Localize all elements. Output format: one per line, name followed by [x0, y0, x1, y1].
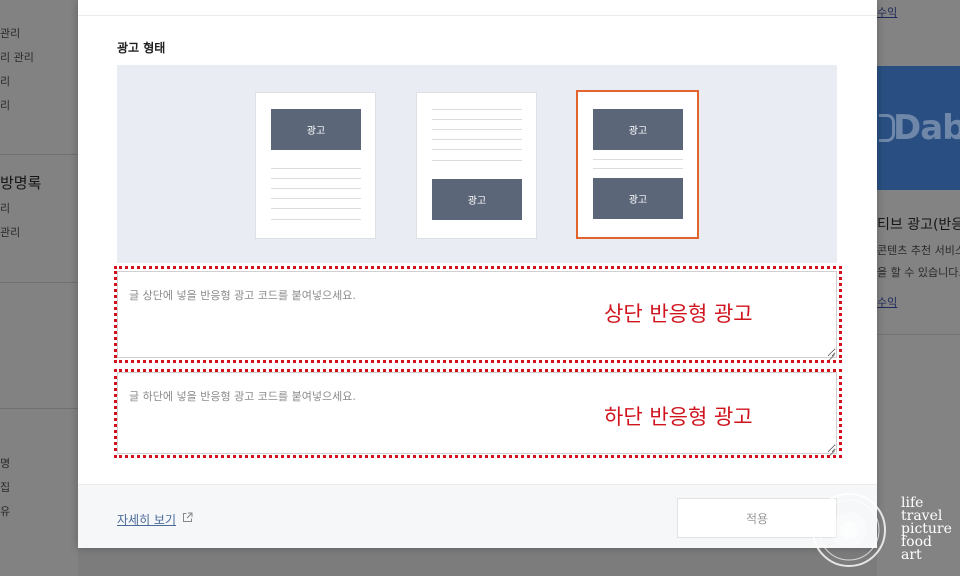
bg-divider — [877, 334, 960, 335]
content-line — [432, 160, 522, 161]
content-line — [432, 139, 522, 140]
bg-divider — [0, 408, 78, 409]
bg-sidebar-item: 유 — [0, 505, 11, 518]
content-line — [432, 149, 522, 150]
annotation-top-label: 상단 반응형 광고 — [604, 302, 753, 326]
watermark-logo: life travel picture food art — [812, 493, 952, 567]
ad-block: 광고 — [593, 178, 683, 219]
content-line — [271, 178, 361, 179]
annotation-bottom-label: 하단 반응형 광고 — [604, 405, 753, 429]
bg-sidebar-item: 리 관리 — [0, 51, 34, 64]
ad-block: 광고 — [593, 109, 683, 150]
ad-layout-picker: 광고 광고 광고 광고 — [117, 65, 837, 263]
background-sidebar: 관리 리 관리 리 리 방명록 리 관리 명 집 유 — [0, 0, 78, 576]
content-line — [432, 119, 522, 120]
bg-divider — [0, 282, 78, 283]
content-line — [271, 208, 361, 209]
bg-sidebar-item: 리 — [0, 99, 11, 112]
modal-header-divider — [78, 15, 877, 16]
bg-sidebar-item: 관리 — [0, 226, 21, 239]
content-line — [593, 168, 683, 169]
bg-sidebar-item: 명 — [0, 457, 11, 470]
content-line — [271, 188, 361, 189]
bg-sidebar-item: 리 — [0, 202, 11, 215]
bg-link: 수익 — [877, 296, 898, 309]
content-line — [593, 159, 683, 160]
external-link-icon — [183, 512, 193, 522]
learn-more-link[interactable]: 자세히 보기 — [117, 511, 176, 528]
bg-sidebar-item: 관리 — [0, 27, 21, 40]
content-line — [432, 129, 522, 130]
bg-link: 수익 — [877, 6, 898, 19]
bg-sidebar-item: 리 — [0, 75, 11, 88]
watermark-word: art — [901, 547, 922, 563]
ad-block: 광고 — [432, 179, 522, 220]
bg-desc: 콘텐츠 추천 서비스 — [877, 244, 960, 257]
bg-divider — [0, 154, 78, 155]
layout-option-bottom[interactable]: 광고 — [416, 92, 537, 239]
bg-sidebar-heading: 방명록 — [0, 174, 42, 192]
layout-option-top[interactable]: 광고 — [255, 92, 376, 239]
content-line — [271, 168, 361, 169]
bg-banner: Dab — [877, 66, 960, 190]
content-line — [271, 219, 361, 220]
content-line — [432, 109, 522, 110]
layout-option-top-bottom[interactable]: 광고 광고 — [576, 90, 699, 239]
bg-banner-logo: Dab — [893, 108, 960, 148]
ad-block: 광고 — [271, 109, 361, 150]
bg-sidebar-item: 집 — [0, 481, 11, 494]
modal-footer: 자세히 보기 적용 — [78, 484, 877, 548]
bg-desc: 을 할 수 있습니다. — [877, 266, 960, 279]
content-line — [271, 198, 361, 199]
ad-settings-modal: 광고 형태 광고 광고 광고 광고 글 상단에 넣을 반응형 광고 코드를 붙여… — [78, 0, 877, 548]
section-title: 광고 형태 — [117, 41, 166, 55]
bg-title: 티브 광고(반응 — [877, 217, 960, 233]
